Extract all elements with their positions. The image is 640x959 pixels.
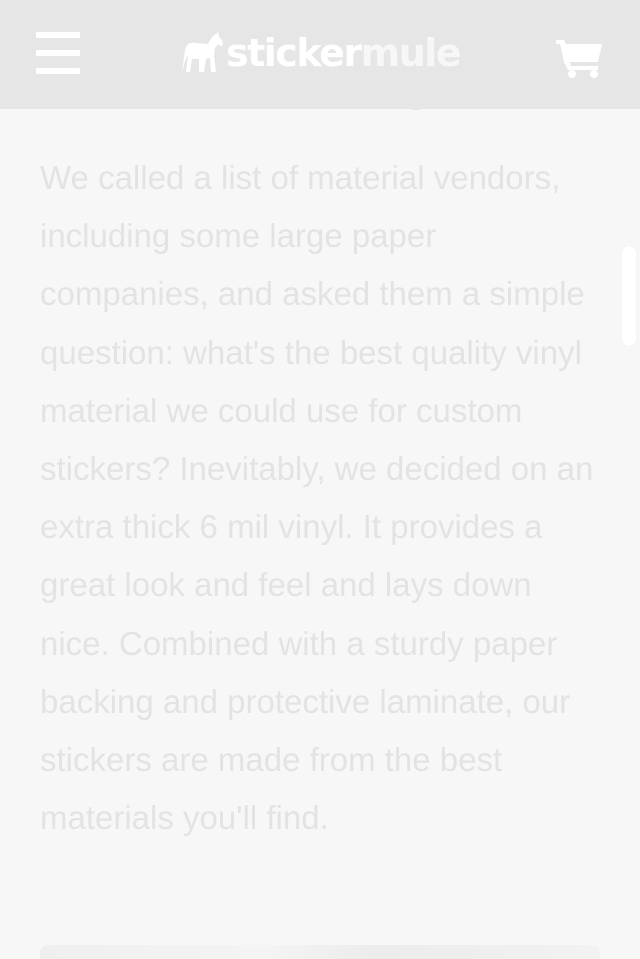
sticker-mule-logo[interactable]: stickermule xyxy=(180,28,462,78)
logo-wordmark: stickermule xyxy=(226,28,462,78)
hamburger-menu-icon-bar xyxy=(36,50,80,56)
menu-button[interactable] xyxy=(36,32,82,74)
hamburger-menu-icon xyxy=(36,32,80,38)
page: We called a list of material vendors, in… xyxy=(0,0,640,959)
article-paragraph: We called a list of material vendors, in… xyxy=(40,159,594,837)
mule-icon xyxy=(182,32,223,72)
page-scrollbar[interactable] xyxy=(622,246,636,346)
logo-text-sticker: sticker xyxy=(226,31,362,75)
hamburger-menu-icon-bar xyxy=(36,68,80,74)
cart-button[interactable] xyxy=(556,36,604,78)
logo-text-mule: mule xyxy=(360,31,462,75)
site-header: stickermule xyxy=(0,0,640,109)
article-image xyxy=(40,945,600,959)
shopping-cart-icon xyxy=(556,40,602,78)
